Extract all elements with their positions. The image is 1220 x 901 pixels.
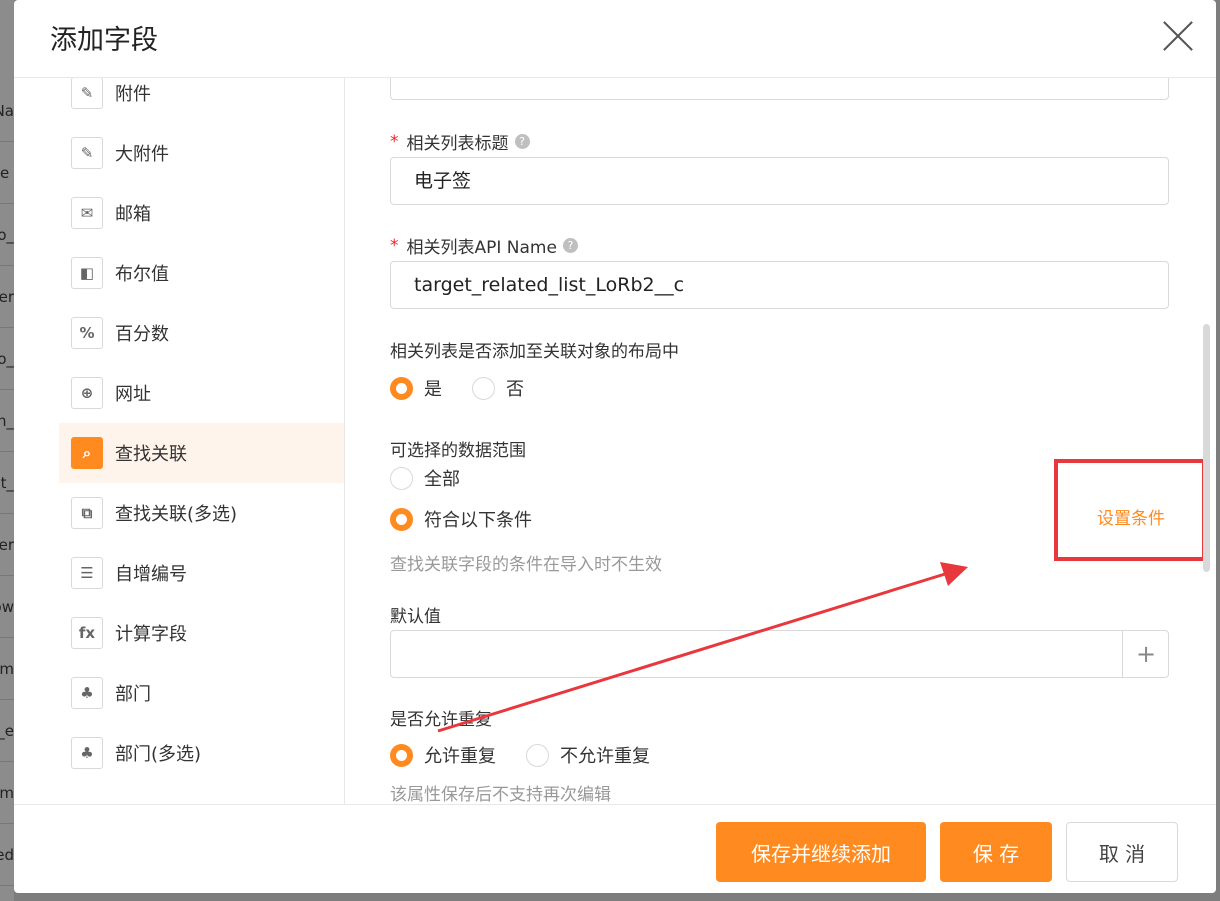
radio-no[interactable]: 否: [472, 375, 524, 401]
radio-unchecked-icon[interactable]: [472, 376, 495, 400]
dialog-title: 添加字段: [50, 25, 158, 56]
radio-disallow-duplicate[interactable]: 不允许重复: [526, 742, 650, 768]
sidebar-item-department[interactable]: ♣ 部门: [59, 663, 344, 723]
background-cell: ed: [0, 824, 14, 886]
help-icon[interactable]: ?: [514, 134, 530, 149]
department-icon: ♣: [71, 677, 103, 709]
radio-checked-icon[interactable]: [390, 507, 413, 531]
sidebar-item-boolean[interactable]: ◧ 布尔值: [59, 243, 344, 303]
add-to-layout-radios: 是 否: [390, 375, 554, 401]
sidebar-item-label: 查找关联(多选): [115, 504, 238, 525]
lookup-multi-icon: ⧉: [71, 497, 103, 529]
radio-unchecked-icon[interactable]: [526, 743, 549, 767]
data-range-label: 可选择的数据范围: [390, 441, 526, 461]
sidebar-item-label: 计算字段: [115, 624, 187, 645]
close-icon[interactable]: [1160, 18, 1196, 54]
list-number-icon: ☰: [71, 557, 103, 589]
dialog-footer: 保存并继续添加 保 存 取 消: [14, 804, 1216, 893]
background-cell: _o: [0, 328, 14, 390]
duplicate-hint: 该属性保存后不支持再次编辑: [390, 785, 611, 804]
required-mark: *: [390, 235, 399, 256]
previous-field-input[interactable]: [390, 78, 1169, 100]
sidebar-item-label: 网址: [115, 384, 151, 405]
background-cell: e_: [0, 700, 14, 762]
data-range-conditions-option[interactable]: 符合以下条件: [390, 506, 532, 532]
sidebar-item-label: 查找关联: [115, 444, 187, 465]
background-cell: er: [0, 266, 14, 328]
background-cell: m: [0, 638, 14, 700]
background-cell: er_: [0, 514, 14, 576]
sidebar-item-label: 大附件: [115, 144, 169, 165]
lookup-icon: ⌕: [71, 437, 103, 469]
allow-duplicate-label: 是否允许重复: [390, 710, 492, 730]
cancel-button[interactable]: 取 消: [1066, 822, 1178, 882]
radio-checked-icon[interactable]: [390, 376, 413, 400]
envelope-icon: ✉: [71, 197, 103, 229]
add-default-value-button[interactable]: +: [1122, 630, 1169, 678]
sidebar-item-label: 部门: [115, 684, 151, 705]
default-value-input[interactable]: [390, 630, 1169, 678]
sidebar-item-percent[interactable]: % 百分数: [59, 303, 344, 363]
add-field-dialog: 添加字段 ✎ 附件 ✎ 大附件 ✉ 邮箱 ◧ 布尔值% 百分数 ⊕ 网址 ⌕ 查找关联 ⧉ 查找关联(多选)…: [14, 0, 1216, 893]
sidebar-item-envelope[interactable]: ✉ 邮箱: [59, 183, 344, 243]
background-cell: Na: [0, 80, 14, 142]
boolean-icon: ◧: [71, 257, 103, 289]
paperclip-icon: ✎: [71, 137, 103, 169]
sidebar-item-label: 部门(多选): [115, 744, 202, 765]
background-table-strip: Nae_oer_o_In_ster_owme_med: [0, 0, 14, 901]
radio-yes[interactable]: 是: [390, 375, 442, 401]
background-cell: ow: [0, 576, 14, 638]
formula-icon: fx: [71, 617, 103, 649]
sidebar-item-label: 百分数: [115, 324, 169, 345]
background-cell: e: [0, 142, 14, 204]
conditions-hint: 查找关联字段的条件在导入时不生效: [390, 555, 662, 575]
sidebar-item-lookup[interactable]: ⌕ 查找关联: [59, 423, 344, 483]
background-cell: _In: [0, 390, 14, 452]
sidebar-item-lookup-multi[interactable]: ⧉ 查找关联(多选): [59, 483, 344, 543]
sidebar-item-list-number[interactable]: ☰ 自增编号: [59, 543, 344, 603]
save-button[interactable]: 保 存: [940, 822, 1052, 882]
attachment-icon: ✎: [71, 78, 103, 109]
default-value-label: 默认值: [390, 607, 441, 627]
help-icon[interactable]: ?: [562, 238, 578, 253]
add-to-layout-label: 相关列表是否添加至关联对象的布局中: [390, 342, 679, 362]
sidebar-item-formula[interactable]: fx 计算字段: [59, 603, 344, 663]
data-range-all-option[interactable]: 全部: [390, 465, 460, 491]
related-api-input[interactable]: target_related_list_LoRb2__c: [390, 261, 1169, 309]
save-and-continue-button[interactable]: 保存并继续添加: [716, 822, 926, 882]
department-multi-icon: ♣: [71, 737, 103, 769]
sidebar-item-label: 自增编号: [115, 564, 187, 585]
related-title-input[interactable]: 电子签: [390, 157, 1169, 205]
radio-checked-icon[interactable]: [390, 743, 413, 767]
background-cell: m: [0, 762, 14, 824]
sidebar-item-attachment[interactable]: ✎ 附件: [59, 78, 344, 123]
sidebar-item-label: 邮箱: [115, 204, 151, 225]
sidebar-item-department-multi[interactable]: ♣ 部门(多选): [59, 723, 344, 783]
sidebar-item-globe[interactable]: ⊕ 网址: [59, 363, 344, 423]
form-scrollbar[interactable]: [1203, 324, 1210, 572]
field-type-list: ✎ 附件 ✎ 大附件 ✉ 邮箱 ◧ 布尔值% 百分数 ⊕ 网址 ⌕ 查找关联 ⧉ 查找关联(多选) ☰ 自增编号…: [14, 78, 345, 804]
radio-unchecked-icon[interactable]: [390, 466, 413, 490]
related-title-label: * 相关列表标题 ?: [390, 129, 530, 154]
sidebar-item-paperclip[interactable]: ✎ 大附件: [59, 123, 344, 183]
sidebar-item-label: 附件: [115, 84, 151, 105]
background-cell: _st: [0, 452, 14, 514]
required-mark: *: [390, 131, 399, 152]
annotation-highlight-box: [1054, 459, 1206, 561]
allow-duplicate-radios: 允许重复 不允许重复: [390, 742, 680, 768]
related-api-label: * 相关列表API Name ?: [390, 233, 578, 258]
background-cell: _o: [0, 204, 14, 266]
sidebar-item-label: 布尔值: [115, 264, 169, 285]
radio-allow-duplicate[interactable]: 允许重复: [390, 742, 496, 768]
globe-icon: ⊕: [71, 377, 103, 409]
field-settings-form: * 相关列表标题 ? 电子签 * 相关列表API Name ? target_r…: [346, 78, 1216, 804]
percent-icon: %: [71, 317, 103, 349]
dialog-header: 添加字段: [14, 0, 1216, 78]
